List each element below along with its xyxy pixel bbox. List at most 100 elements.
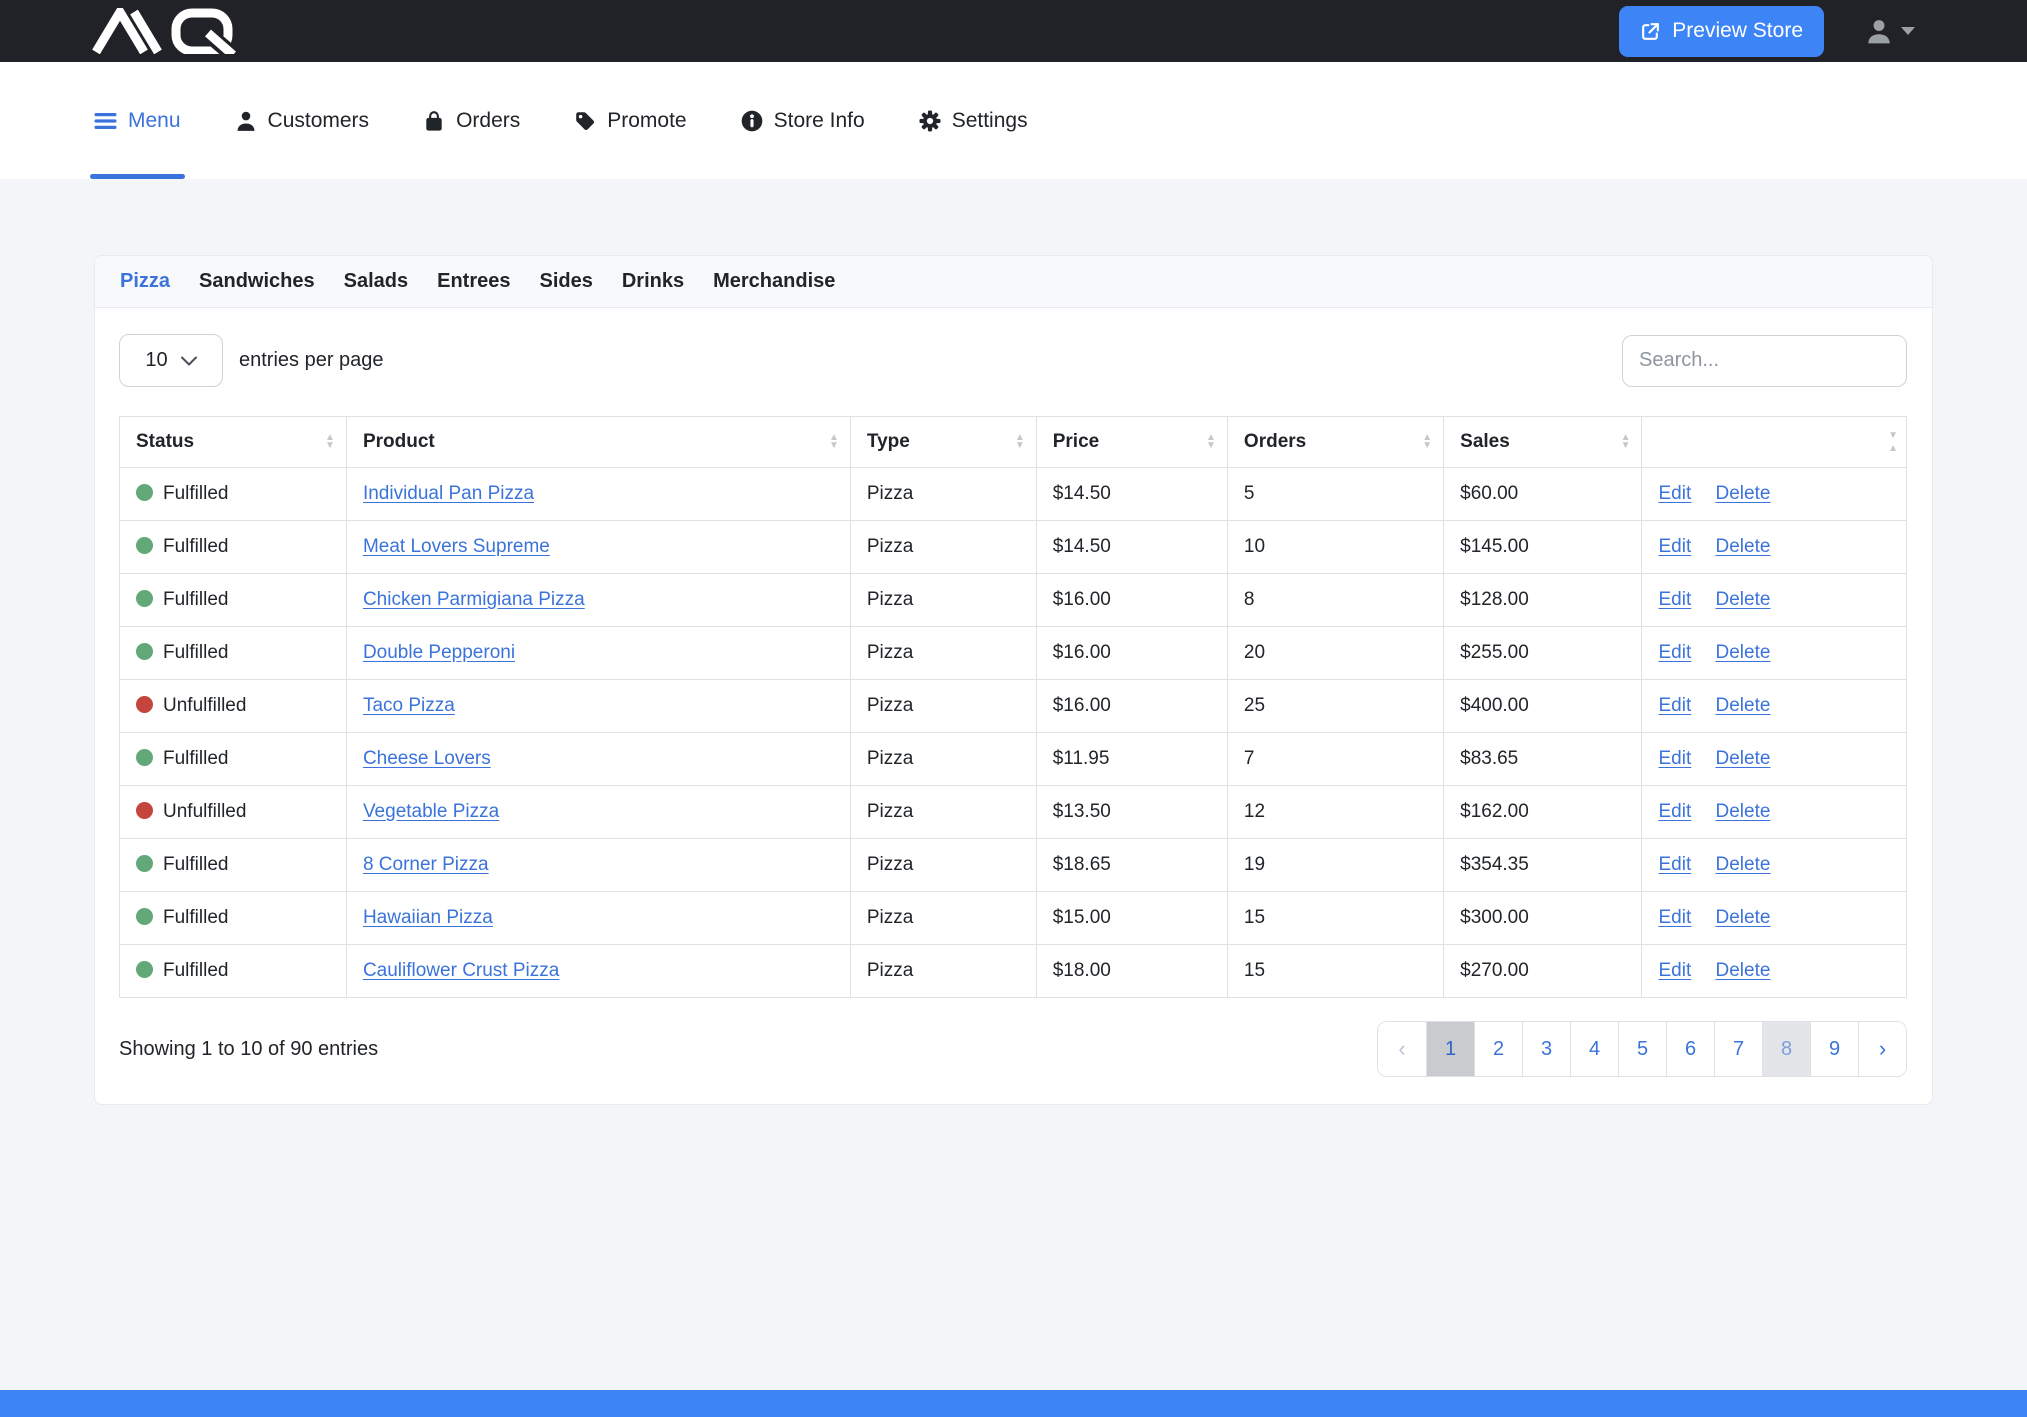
edit-link[interactable]: Edit: [1658, 536, 1691, 557]
pagination-page-1[interactable]: 1: [1426, 1022, 1474, 1076]
product-link[interactable]: Hawaiian Pizza: [363, 907, 493, 928]
status-label: Fulfilled: [163, 748, 228, 769]
edit-link[interactable]: Edit: [1658, 801, 1691, 822]
product-link[interactable]: Double Pepperoni: [363, 642, 515, 663]
pagination-page-7[interactable]: 7: [1714, 1022, 1762, 1076]
status-cell: Fulfilled: [120, 468, 347, 521]
orders-cell: 20: [1227, 627, 1443, 680]
delete-link[interactable]: Delete: [1716, 801, 1771, 822]
edit-link[interactable]: Edit: [1658, 695, 1691, 716]
delete-link[interactable]: Delete: [1716, 695, 1771, 716]
tab-drinks[interactable]: Drinks: [622, 270, 684, 293]
status-dot-icon: [136, 696, 153, 713]
column-header-orders[interactable]: Orders▲▼: [1227, 417, 1443, 468]
product-link[interactable]: Chicken Parmigiana Pizza: [363, 589, 585, 610]
product-link[interactable]: 8 Corner Pizza: [363, 854, 489, 875]
edit-link[interactable]: Edit: [1658, 483, 1691, 504]
product-cell: Double Pepperoni: [346, 627, 850, 680]
status-cell: Fulfilled: [120, 521, 347, 574]
column-header-sales[interactable]: Sales▲▼: [1444, 417, 1642, 468]
delete-link[interactable]: Delete: [1716, 483, 1771, 504]
sales-cell: $270.00: [1444, 945, 1642, 998]
column-header-type[interactable]: Type▲▼: [850, 417, 1036, 468]
price-cell: $18.65: [1036, 839, 1227, 892]
column-header-price[interactable]: Price▲▼: [1036, 417, 1227, 468]
edit-link[interactable]: Edit: [1658, 642, 1691, 663]
column-header-status[interactable]: Status▲▼: [120, 417, 347, 468]
tab-merchandise[interactable]: Merchandise: [713, 270, 835, 293]
tab-entrees[interactable]: Entrees: [437, 270, 510, 293]
status-cell: Fulfilled: [120, 839, 347, 892]
bag-icon: [423, 110, 445, 132]
edit-link[interactable]: Edit: [1658, 907, 1691, 928]
product-link[interactable]: Cheese Lovers: [363, 748, 491, 769]
tab-sides[interactable]: Sides: [540, 270, 593, 293]
product-link[interactable]: Taco Pizza: [363, 695, 455, 716]
status-cell: Unfulfilled: [120, 680, 347, 733]
nav-label-orders: Orders: [456, 109, 520, 133]
actions-cell: Edit Delete: [1642, 468, 1907, 521]
edit-link[interactable]: Edit: [1658, 960, 1691, 981]
delete-link[interactable]: Delete: [1716, 907, 1771, 928]
search-input[interactable]: [1622, 335, 1907, 387]
pagination: ‹123456789›: [1377, 1021, 1907, 1077]
orders-cell: 7: [1227, 733, 1443, 786]
column-header-actions[interactable]: ▼▲: [1642, 417, 1907, 468]
pagination-page-3[interactable]: 3: [1522, 1022, 1570, 1076]
delete-link[interactable]: Delete: [1716, 589, 1771, 610]
table-row: Fulfilled Cheese Lovers Pizza $11.95 7 $…: [120, 733, 1907, 786]
pagination-page-2[interactable]: 2: [1474, 1022, 1522, 1076]
product-link[interactable]: Vegetable Pizza: [363, 801, 499, 822]
tab-pizza[interactable]: Pizza: [120, 270, 170, 293]
preview-store-button[interactable]: Preview Store: [1619, 6, 1824, 57]
delete-link[interactable]: Delete: [1716, 748, 1771, 769]
column-header-product[interactable]: Product▲▼: [346, 417, 850, 468]
orders-cell: 25: [1227, 680, 1443, 733]
delete-link[interactable]: Delete: [1716, 536, 1771, 557]
pagination-next[interactable]: ›: [1858, 1022, 1906, 1076]
app-logo[interactable]: [90, 8, 240, 54]
pagination-page-9[interactable]: 9: [1810, 1022, 1858, 1076]
preview-store-label: Preview Store: [1672, 19, 1803, 43]
table-row: Fulfilled Meat Lovers Supreme Pizza $14.…: [120, 521, 1907, 574]
user-menu[interactable]: [1866, 18, 1915, 44]
sort-icon: ▲▼: [829, 434, 839, 450]
product-link[interactable]: Meat Lovers Supreme: [363, 536, 550, 557]
product-link[interactable]: Individual Pan Pizza: [363, 483, 534, 504]
entries-per-page-label: entries per page: [239, 349, 384, 372]
pagination-page-8[interactable]: 8: [1762, 1022, 1810, 1076]
gear-icon: [919, 110, 941, 132]
delete-link[interactable]: Delete: [1716, 854, 1771, 875]
delete-link[interactable]: Delete: [1716, 642, 1771, 663]
edit-link[interactable]: Edit: [1658, 748, 1691, 769]
status-cell: Unfulfilled: [120, 786, 347, 839]
table-row: Fulfilled Chicken Parmigiana Pizza Pizza…: [120, 574, 1907, 627]
nav-item-promote[interactable]: Promote: [574, 62, 686, 179]
pagination-page-4[interactable]: 4: [1570, 1022, 1618, 1076]
nav-item-store-info[interactable]: Store Info: [741, 62, 865, 179]
pagination-page-6[interactable]: 6: [1666, 1022, 1714, 1076]
nav-item-customers[interactable]: Customers: [235, 62, 370, 179]
pagination-page-5[interactable]: 5: [1618, 1022, 1666, 1076]
nav-label-promote: Promote: [607, 109, 686, 133]
product-cell: Chicken Parmigiana Pizza: [346, 574, 850, 627]
edit-link[interactable]: Edit: [1658, 854, 1691, 875]
tab-sandwiches[interactable]: Sandwiches: [199, 270, 315, 293]
product-link[interactable]: Cauliflower Crust Pizza: [363, 960, 559, 981]
actions-cell: Edit Delete: [1642, 945, 1907, 998]
edit-link[interactable]: Edit: [1658, 589, 1691, 610]
sales-cell: $354.35: [1444, 839, 1642, 892]
caret-down-icon: [1901, 27, 1915, 35]
type-cell: Pizza: [850, 468, 1036, 521]
nav-item-orders[interactable]: Orders: [423, 62, 520, 179]
pagination-prev[interactable]: ‹: [1378, 1022, 1426, 1076]
product-cell: Vegetable Pizza: [346, 786, 850, 839]
entries-per-page-select[interactable]: 10: [119, 334, 223, 387]
actions-cell: Edit Delete: [1642, 627, 1907, 680]
tab-salads[interactable]: Salads: [344, 270, 408, 293]
nav-item-settings[interactable]: Settings: [919, 62, 1028, 179]
delete-link[interactable]: Delete: [1716, 960, 1771, 981]
status-cell: Fulfilled: [120, 574, 347, 627]
nav-item-menu[interactable]: Menu: [94, 62, 181, 179]
table-body: Fulfilled Individual Pan Pizza Pizza $14…: [120, 468, 1907, 998]
